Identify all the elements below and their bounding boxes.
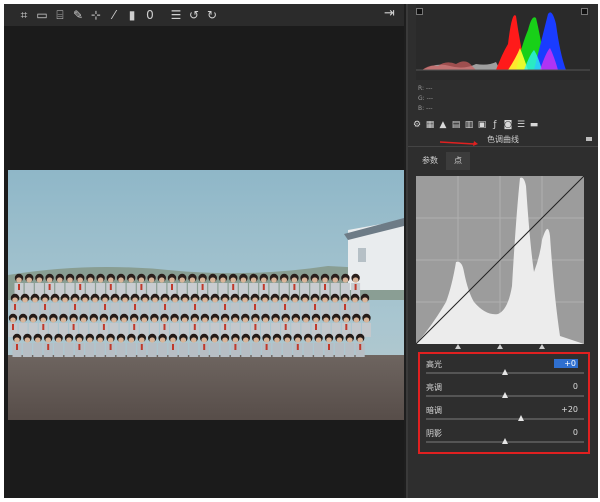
slider-value[interactable]: 0 — [558, 428, 578, 437]
tone-curve-graph[interactable] — [415, 175, 585, 345]
hsl-icon[interactable]: ▤ — [451, 120, 461, 130]
slider-row: 暗调 +20 — [426, 404, 584, 426]
basic-icon[interactable]: ⚙ — [412, 120, 422, 130]
right-panel: R: --- G: --- B: --- ⚙ ▦ ▲ ▤ ▥ ▣ ƒ ◙ ☰ ▬ 色调曲线 参数 … — [406, 4, 598, 498]
photo-image — [8, 170, 404, 420]
snapshots-icon[interactable]: ▬ — [529, 120, 539, 130]
rgb-readout: R: --- G: --- B: --- — [418, 84, 478, 114]
exit-fullscreen-icon[interactable]: ⇥ — [384, 6, 395, 21]
slider-value[interactable]: +20 — [558, 405, 578, 414]
split-handle-midtones[interactable] — [497, 344, 503, 349]
graduated-filter-icon[interactable]: ▮ — [126, 5, 138, 25]
tone-curve-icon[interactable]: ▦ — [425, 120, 435, 130]
brush-icon[interactable]: ⁄ — [108, 5, 120, 25]
slider-thumb[interactable] — [502, 369, 508, 375]
split-handle-shadows[interactable] — [455, 344, 461, 349]
slider-row: 阴影 0 — [426, 427, 584, 449]
detail-icon[interactable]: ▲ — [438, 120, 448, 130]
curve-tabs: 参数 点 — [414, 152, 470, 170]
tab-point[interactable]: 点 — [446, 152, 470, 170]
panel-tab-icons: ⚙ ▦ ▲ ▤ ▥ ▣ ƒ ◙ ☰ ▬ — [412, 118, 542, 132]
tab-parametric[interactable]: 参数 — [414, 152, 446, 170]
slider-track[interactable] — [426, 415, 584, 421]
shadow-clipping-icon[interactable] — [416, 8, 423, 15]
highlight-clipping-icon[interactable] — [581, 8, 588, 15]
section-menu-icon[interactable] — [586, 137, 592, 141]
slider-row: 高光 +0 — [426, 358, 584, 380]
slider-value[interactable]: +0 — [554, 359, 578, 368]
curve-split-handles — [416, 344, 584, 352]
slider-thumb[interactable] — [517, 415, 524, 421]
presets-icon[interactable]: ☰ — [516, 120, 526, 130]
camera-calibration-icon[interactable]: ◙ — [503, 120, 513, 130]
histogram — [416, 4, 590, 80]
photo-preview — [8, 170, 404, 420]
section-title-label: 色调曲线 — [487, 135, 519, 144]
slider-label: 高光 — [426, 360, 442, 369]
toolbar: ⌗ ▭ ⌸ ✎ ⊹ ⁄ ▮ 0 ☰ ↺ ↻ — [4, 4, 404, 26]
spot-removal-icon[interactable]: ✎ — [72, 5, 84, 25]
slider-track[interactable] — [426, 392, 584, 398]
slider-thumb[interactable] — [502, 438, 508, 444]
slider-track[interactable] — [426, 369, 584, 375]
app-window: ⌗ ▭ ⌸ ✎ ⊹ ⁄ ▮ 0 ☰ ↺ ↻ ⇥ R: --- G: --- B:… — [4, 4, 598, 498]
annotation-arrow — [439, 141, 478, 146]
readout-g: G: --- — [418, 95, 434, 102]
slider-label: 亮调 — [426, 383, 442, 392]
lens-icon[interactable]: ▣ — [477, 120, 487, 130]
slider-label: 阴影 — [426, 429, 442, 438]
crop-icon[interactable]: ⌗ — [18, 5, 30, 25]
slider-thumb[interactable] — [502, 392, 508, 398]
readout-b: B: --- — [418, 105, 433, 112]
split-handle-highlights[interactable] — [539, 344, 545, 349]
rotate-cw-icon[interactable]: ↻ — [206, 5, 218, 25]
slider-track[interactable] — [426, 438, 584, 444]
readout-r: R: --- — [418, 85, 433, 92]
slider-value[interactable]: 0 — [558, 382, 578, 391]
split-toning-icon[interactable]: ▥ — [464, 120, 474, 130]
image-canvas[interactable] — [4, 26, 404, 498]
section-title[interactable]: 色调曲线 — [408, 134, 598, 147]
effects-icon[interactable]: ƒ — [490, 120, 500, 130]
slider-label: 暗调 — [426, 406, 442, 415]
straighten-icon[interactable]: ▭ — [36, 5, 48, 25]
region-sliders: 高光 +0 亮调 0 暗调 +20 阴影 0 — [418, 352, 590, 454]
red-eye-icon[interactable]: ⊹ — [90, 5, 102, 25]
preferences-icon[interactable]: ☰ — [170, 5, 182, 25]
radial-filter-icon[interactable]: 0 — [144, 5, 156, 25]
rotate-ccw-icon[interactable]: ↺ — [188, 5, 200, 25]
slider-row: 亮调 0 — [426, 381, 584, 403]
transform-icon[interactable]: ⌸ — [54, 5, 66, 25]
